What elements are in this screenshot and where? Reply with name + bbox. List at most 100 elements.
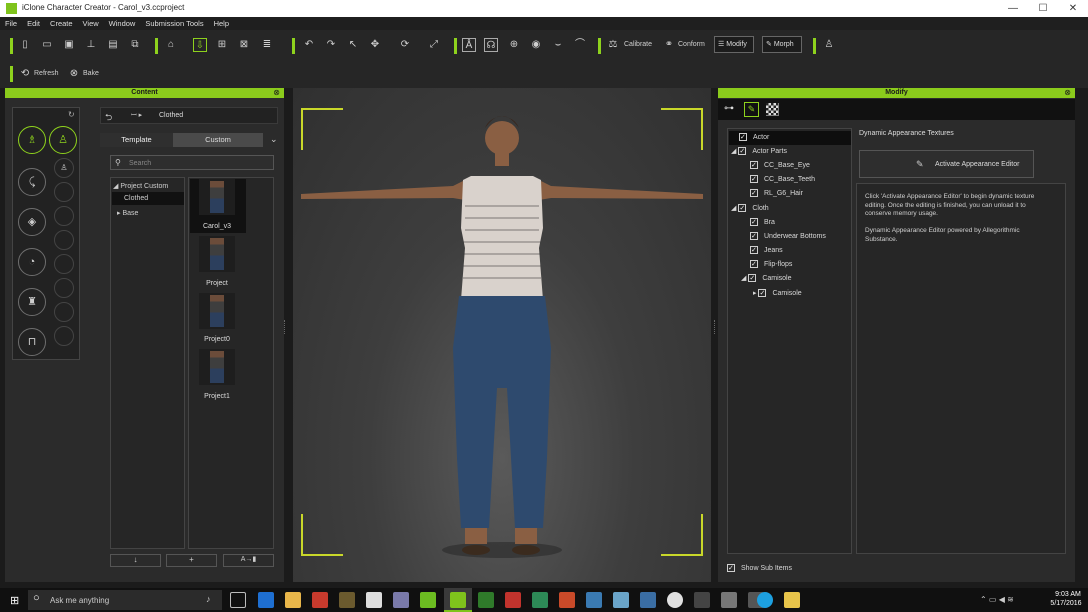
subcategory-slot[interactable] <box>54 230 74 250</box>
morph-button[interactable]: ✎ Morph <box>762 36 802 53</box>
accessory-category-icon[interactable]: ⊓ <box>18 328 46 356</box>
skype-icon[interactable] <box>757 592 773 608</box>
checkbox[interactable] <box>739 131 747 145</box>
head-icon[interactable]: ☊ <box>484 38 498 52</box>
eye-icon[interactable]: ◉ <box>529 38 543 52</box>
modify-button[interactable]: ☰ Modify <box>714 36 754 53</box>
tree-row-cc-base-teeth[interactable]: CC_Base_Teeth <box>750 173 815 187</box>
user-tool-icon[interactable]: ♙ <box>822 38 836 52</box>
home-icon[interactable]: ⌂ <box>164 38 178 52</box>
person-subcategory-icon[interactable]: ♙ <box>54 158 74 178</box>
appearance-tab-icon[interactable]: ✎ <box>744 102 759 117</box>
cortana-search[interactable]: ○ Ask me anything ♪ <box>28 590 222 610</box>
conform-button[interactable]: Conform <box>678 41 705 48</box>
document-icon[interactable]: ▤ <box>106 38 120 52</box>
sort-button[interactable]: A→▮ <box>223 554 274 567</box>
store-icon[interactable] <box>366 592 382 608</box>
checkbox[interactable] <box>750 244 758 258</box>
thumbnail[interactable] <box>199 179 235 215</box>
publish-icon[interactable]: ⧉ <box>128 38 142 52</box>
texture-category-icon[interactable]: ◈ <box>18 208 46 236</box>
menu-create[interactable]: Create <box>45 17 78 28</box>
tree-item-clothed[interactable]: Clothed <box>112 192 184 205</box>
bake-button[interactable]: Bake <box>83 70 99 77</box>
scale-icon[interactable]: ⤢ <box>427 38 441 52</box>
system-tray-icons[interactable]: ⌃ ▭ ◀ ≋ <box>980 595 1014 604</box>
3d-viewport[interactable] <box>293 88 711 582</box>
windows-start-icon[interactable]: ⊞ <box>10 594 19 607</box>
thumbnail[interactable] <box>199 236 235 272</box>
morph-category-icon[interactable]: ⤹ <box>18 168 46 196</box>
app-icon[interactable] <box>339 592 355 608</box>
calibrate-icon[interactable]: ⚖ <box>606 38 620 52</box>
menu-window[interactable]: Window <box>104 17 141 28</box>
clock-time[interactable]: 9:03 AM <box>1052 591 1084 598</box>
app-icon[interactable] <box>559 592 575 608</box>
refresh-button[interactable]: Refresh <box>34 70 59 77</box>
checkbox[interactable] <box>738 145 747 159</box>
menu-help[interactable]: Help <box>209 17 234 28</box>
app-icon[interactable] <box>613 592 629 608</box>
app-icon[interactable] <box>784 592 800 608</box>
cloth-category-icon[interactable]: ♜ <box>18 288 46 316</box>
characters-icon[interactable]: ♗ <box>18 126 46 154</box>
file-explorer-icon[interactable] <box>285 592 301 608</box>
checkbox[interactable] <box>750 216 758 230</box>
thumbnail[interactable] <box>199 293 235 329</box>
import-icon[interactable]: ⇩ <box>193 38 207 52</box>
tree-row-hair[interactable]: RL_G6_Hair <box>750 187 803 201</box>
panel-close-icon[interactable]: ⊗ <box>1064 88 1071 97</box>
download-button[interactable]: ↓ <box>110 554 161 567</box>
checkbox[interactable] <box>750 187 758 201</box>
rotate-icon[interactable]: ⟳ <box>398 38 412 52</box>
app-icon[interactable] <box>420 592 436 608</box>
breadcrumb[interactable]: Clothed <box>159 112 183 119</box>
edge-icon[interactable] <box>258 592 274 608</box>
checkbox[interactable] <box>750 173 758 187</box>
tree-row-actor[interactable]: Actor <box>729 131 851 145</box>
checkbox[interactable] <box>758 287 767 301</box>
app-icon[interactable] <box>393 592 409 608</box>
app-icon[interactable] <box>586 592 602 608</box>
menu-submission-tools[interactable]: Submission Tools <box>140 17 208 28</box>
select-arrow-icon[interactable]: ↖ <box>346 38 360 52</box>
app-icon[interactable] <box>478 592 494 608</box>
mouth-icon[interactable]: ⌣ <box>551 38 565 52</box>
tree-row-camisole-sub[interactable]: ▸ Camisole <box>753 287 802 301</box>
app-icon[interactable] <box>505 592 521 608</box>
body-category-icon[interactable]: ♙ <box>49 126 77 154</box>
app-icon[interactable] <box>312 592 328 608</box>
calibrate-button[interactable]: Calibrate <box>624 41 652 48</box>
texture-tab-icon[interactable] <box>766 103 779 116</box>
frame-icon[interactable]: ⊞ <box>215 38 229 52</box>
clock-date[interactable]: 5/17/2016 <box>1048 600 1084 607</box>
undo-icon[interactable]: ↶ <box>302 38 316 52</box>
app-icon[interactable] <box>532 592 548 608</box>
subcategory-slot[interactable] <box>54 206 74 226</box>
brow-icon[interactable]: ⌒ <box>573 38 587 52</box>
refresh-icon[interactable]: ⟲ <box>18 67 32 81</box>
tree-row-flip-flops[interactable]: Flip-flops <box>750 258 792 272</box>
new-file-icon[interactable]: ▯ <box>18 38 32 52</box>
thumbnail[interactable] <box>199 349 235 385</box>
tree-row-cc-base-eye[interactable]: CC_Base_Eye <box>750 159 810 173</box>
subcategory-slot[interactable] <box>54 326 74 346</box>
tab-custom[interactable]: Custom <box>173 133 263 147</box>
tab-template[interactable]: Template <box>100 133 173 147</box>
move-icon[interactable]: ✥ <box>368 38 382 52</box>
show-sub-items-checkbox[interactable] <box>727 562 735 576</box>
layers-icon[interactable]: ≣ <box>260 38 274 52</box>
export-icon[interactable]: ⊥ <box>84 38 98 52</box>
task-view-icon[interactable] <box>230 592 246 608</box>
conform-icon[interactable]: ⚭ <box>662 38 676 52</box>
globe-icon[interactable]: ⊕ <box>507 38 521 52</box>
tab-menu-icon[interactable]: ⌄ <box>270 134 278 145</box>
panel-close-icon[interactable]: ⊗ <box>273 88 280 97</box>
bake-icon[interactable]: ⊗ <box>67 67 81 81</box>
menu-edit[interactable]: Edit <box>22 17 45 28</box>
subcategory-slot[interactable] <box>54 254 74 274</box>
tree-row-jeans[interactable]: Jeans <box>750 244 783 258</box>
splitter-handle[interactable] <box>714 320 717 334</box>
splitter-handle[interactable] <box>284 320 287 334</box>
close-button[interactable]: ✕ <box>1058 0 1088 17</box>
